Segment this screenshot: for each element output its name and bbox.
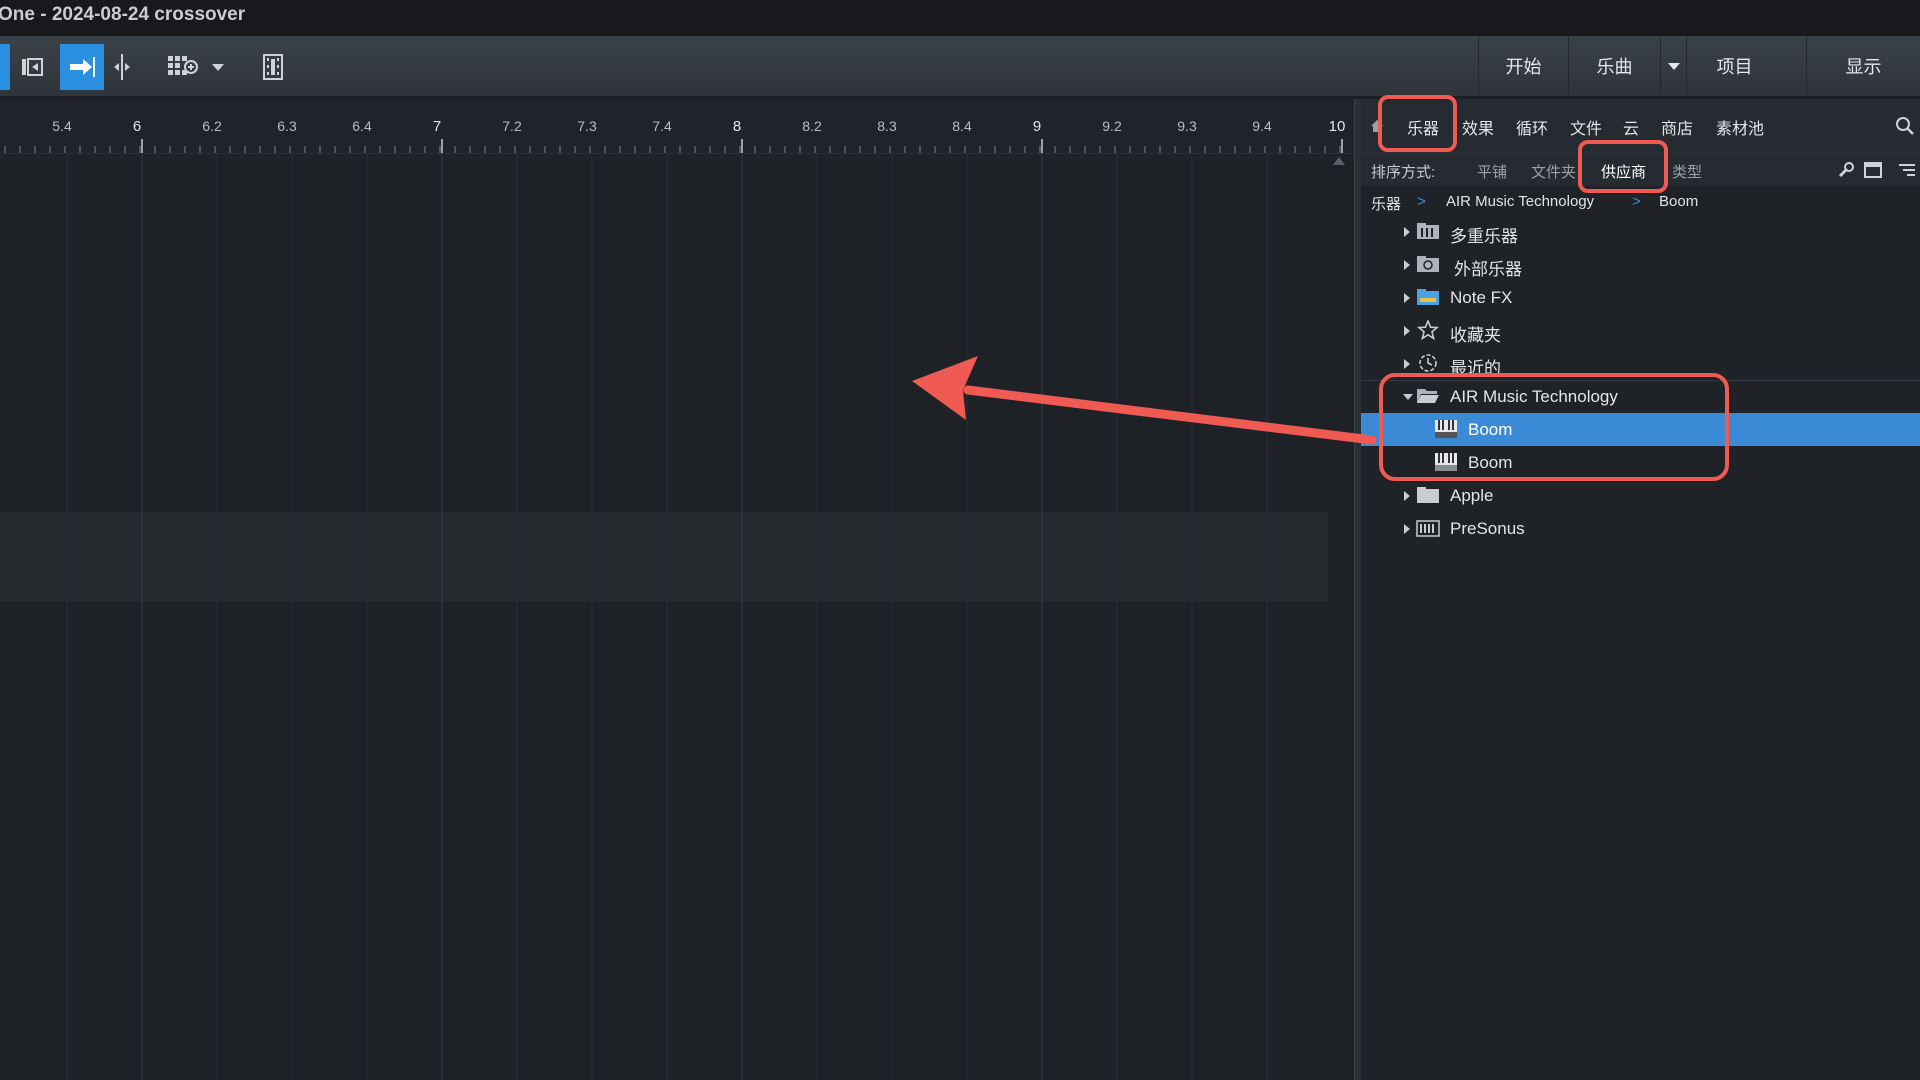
tab-show-label: 显示 [1845,57,1882,77]
timeline-ruler[interactable]: 5.4 6 6.2 6.3 6.4 7 7.2 7.3 7.4 8 8.2 8.3 8.4 9 9.2 9.3… [0,99,1354,154]
tab-song-label: 乐曲 [1596,57,1633,77]
tree-item-favorites[interactable]: 收藏夹 [1361,314,1920,347]
search-icon[interactable] [1895,116,1915,136]
tab-project[interactable]: 项目 [1686,36,1782,96]
toolbar-edge-button[interactable] [0,44,10,90]
film-strip-icon [263,54,283,80]
grid-snap-button[interactable] [164,44,202,90]
tab-pool[interactable]: 素材池 [1716,115,1764,139]
tab-cloud[interactable]: 云 [1623,115,1639,139]
follow-arrow-icon [70,57,95,77]
ruler-label: 6 [132,118,142,135]
ruler-label: 8.3 [877,118,897,134]
clock-icon [1419,354,1437,372]
tab-loops[interactable]: 循环 [1516,115,1548,139]
ruler-label: 6.2 [202,118,222,134]
highlight-boom-plugins [1379,373,1729,481]
ruler-label: 7.4 [652,118,672,134]
arrangement-view[interactable]: 5.4 6 6.2 6.3 6.4 7 7.2 7.3 7.4 8 8.2 8.3 8.4 9 9.2 9.3… [0,99,1354,1080]
tab-project-label: 项目 [1716,57,1753,77]
window-icon[interactable] [1864,162,1882,178]
dropdown-caret-icon [212,64,224,71]
ruler-label: 7.3 [577,118,597,134]
expand-arrow-icon[interactable] [1404,491,1410,501]
expand-arrow-icon[interactable] [1404,524,1410,534]
ruler-label: 9.4 [1252,118,1272,134]
tab-song[interactable]: 乐曲 [1568,36,1660,96]
window-title: One - 2024-08-24 crossover [0,4,246,25]
tree-item-label: 外部乐器 [1454,260,1522,279]
tree-item-multi-instruments[interactable]: 多重乐器 [1361,215,1920,248]
tab-start[interactable]: 开始 [1478,36,1568,96]
tree-item-apple[interactable]: Apple [1361,479,1920,512]
expand-arrow-icon[interactable] [1404,326,1410,336]
presonus-folder-icon [1416,520,1440,537]
ruler-label: 8.4 [952,118,972,134]
expand-arrow-icon[interactable] [1404,227,1410,237]
ruler-label: 8.2 [802,118,822,134]
track-zoom-button[interactable] [18,44,48,90]
breadcrumb-vendor[interactable]: AIR Music Technology [1446,193,1594,210]
follow-playback-button[interactable] [60,44,104,90]
tree-item-note-fx[interactable]: Note FX [1361,281,1920,314]
breadcrumb-separator: > [1632,193,1641,210]
grid-add-icon [168,56,198,75]
tab-effects[interactable]: 效果 [1462,115,1494,139]
sort-flat[interactable]: 平铺 [1477,161,1507,182]
breadcrumb-separator: > [1417,193,1426,210]
video-track-button[interactable] [258,44,288,90]
ruler-label: 7.2 [502,118,522,134]
note-fx-folder-icon [1417,289,1439,305]
tab-files[interactable]: 文件 [1570,115,1602,139]
external-instrument-folder-icon [1417,256,1439,272]
ruler-label: 9 [1032,118,1042,135]
star-icon [1416,320,1440,340]
ruler-label: 5.4 [52,118,72,134]
tab-show[interactable]: 显示 [1806,36,1920,96]
grid-snap-dropdown[interactable] [208,44,228,90]
highlight-vendor-sort [1578,140,1668,193]
ruler-label: 10 [1328,118,1346,135]
ruler-label: 7 [432,118,442,135]
tree-item-label: Note FX [1450,288,1513,307]
ruler-label: 9.2 [1102,118,1122,134]
sort-folder[interactable]: 文件夹 [1531,161,1581,182]
title-bar: One - 2024-08-24 crossover [0,0,1920,37]
expand-arrow-icon[interactable] [1404,359,1410,369]
tree-item-label: Apple [1450,486,1494,505]
timeline-grid [66,154,1268,1080]
main-toolbar: 开始 乐曲 项目 显示 [0,36,1920,99]
tab-shop[interactable]: 商店 [1661,115,1693,139]
list-view-icon[interactable] [1898,162,1916,178]
tree-item-label: 收藏夹 [1450,326,1501,345]
expand-arrow-icon[interactable] [1404,260,1410,270]
chevron-down-icon [1667,63,1680,70]
sort-type[interactable]: 类型 [1672,161,1702,182]
breadcrumb-instruments[interactable]: 乐器 [1371,193,1401,214]
multi-instrument-folder-icon [1417,223,1439,239]
tree-item-presonus[interactable]: PreSonus [1361,512,1920,545]
split-tool-button[interactable] [108,44,136,90]
ruler-label: 9.3 [1177,118,1197,134]
sort-label: 排序方式: [1371,164,1436,181]
browser-panel: 乐器 效果 循环 文件 云 商店 素材池 排序方式: 平铺 文件夹 供应商 类型… [1361,99,1920,1080]
tab-start-label: 开始 [1505,57,1542,77]
ruler-label: 6.4 [352,118,372,134]
breadcrumb-boom[interactable]: Boom [1659,193,1698,210]
ruler-label: 8 [732,118,742,135]
expand-arrow-icon[interactable] [1404,293,1410,303]
track-zoom-icon [22,58,43,76]
wrench-icon[interactable] [1837,161,1855,179]
ruler-label: 6.3 [277,118,297,134]
folder-icon [1417,487,1439,503]
tree-item-label: 多重乐器 [1450,227,1518,246]
tab-song-dropdown[interactable] [1660,36,1686,96]
tree-item-label: PreSonus [1450,519,1525,538]
scroll-up-arrow-icon[interactable] [1333,157,1345,165]
split-cursor-icon [114,54,130,80]
highlight-instruments-tab [1378,95,1457,152]
tree-item-external-instruments[interactable]: 外部乐器 [1361,248,1920,281]
